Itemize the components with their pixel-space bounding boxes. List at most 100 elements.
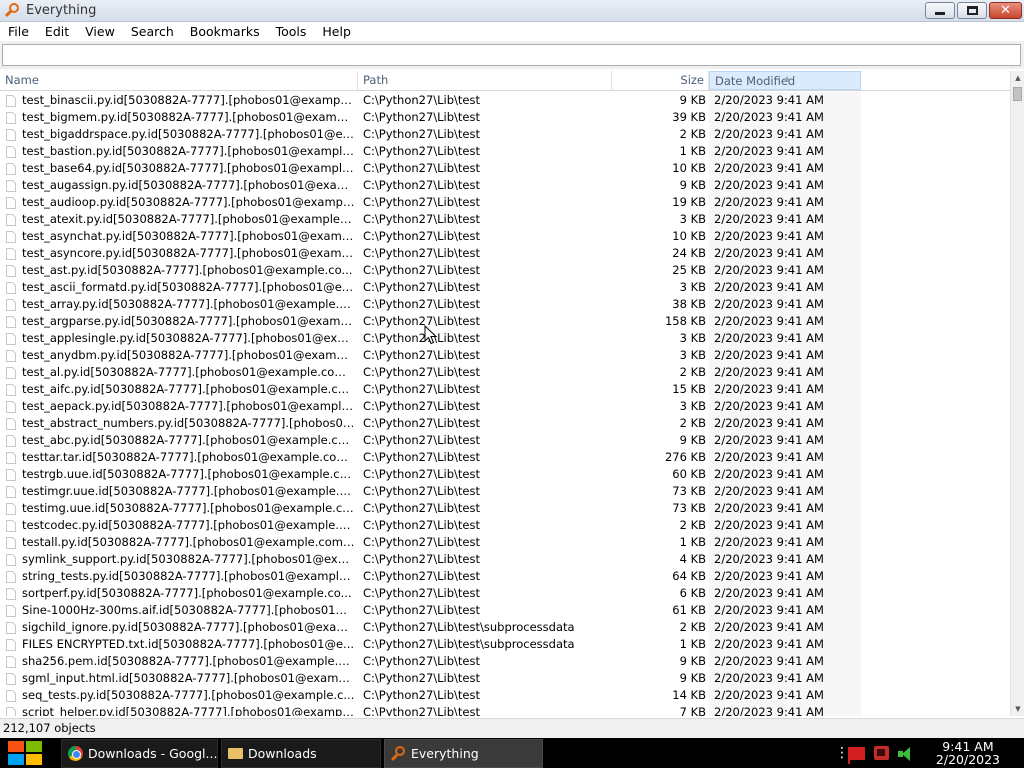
file-row[interactable]: test_aepack.py.id[5030882A-7777].[phobos… (0, 398, 1010, 415)
file-row[interactable]: test_bigaddrspace.py.id[5030882A-7777].[… (0, 126, 1010, 143)
task-label: Downloads - Googl... (88, 746, 218, 761)
file-path: C:\Python27\Lib\test (363, 144, 481, 158)
file-row[interactable]: test_augassign.py.id[5030882A-7777].[pho… (0, 177, 1010, 194)
search-input[interactable] (2, 44, 1021, 66)
menu-file[interactable]: File (0, 22, 37, 41)
menu-tools[interactable]: Tools (268, 22, 315, 41)
file-row[interactable]: testall.py.id[5030882A-7777].[phobos01@e… (0, 534, 1010, 551)
show-hidden-icons-icon[interactable]: ⋮ (835, 746, 849, 760)
volume-icon[interactable] (898, 746, 912, 761)
file-row[interactable]: test_array.py.id[5030882A-7777].[phobos0… (0, 296, 1010, 313)
file-row[interactable]: test_ascii_formatd.py.id[5030882A-7777].… (0, 279, 1010, 296)
column-path-header[interactable]: Path (358, 71, 612, 90)
column-name-header[interactable]: Name (0, 71, 358, 90)
minimize-button[interactable] (925, 2, 955, 19)
menu-help[interactable]: Help (314, 22, 359, 41)
file-size: 10 KB (672, 161, 706, 175)
file-size: 61 KB (672, 603, 706, 617)
file-date: 2/20/2023 9:41 AM (714, 603, 824, 617)
taskbar-explorer-downloads[interactable]: Downloads (221, 739, 381, 768)
file-row[interactable]: test_argparse.py.id[5030882A-7777].[phob… (0, 313, 1010, 330)
file-row[interactable]: test_binascii.py.id[5030882A-7777].[phob… (0, 92, 1010, 109)
file-name: test_aifc.py.id[5030882A-7777].[phobos01… (22, 382, 355, 396)
menu-bookmarks[interactable]: Bookmarks (182, 22, 268, 41)
scroll-thumb[interactable] (1013, 87, 1022, 101)
file-row[interactable]: string_tests.py.id[5030882A-7777].[phobo… (0, 568, 1010, 585)
column-header: Name Path Size Date Modified ▲ (0, 71, 1012, 91)
file-name: sgml_input.html.id[5030882A-7777].[phobo… (22, 671, 355, 685)
maximize-button[interactable] (957, 2, 987, 19)
file-row[interactable]: sigchild_ignore.py.id[5030882A-7777].[ph… (0, 619, 1010, 636)
file-row[interactable]: seq_tests.py.id[5030882A-7777].[phobos01… (0, 687, 1010, 704)
file-row[interactable]: test_aifc.py.id[5030882A-7777].[phobos01… (0, 381, 1010, 398)
close-button[interactable]: ✕ (989, 2, 1022, 19)
file-row[interactable]: test_bastion.py.id[5030882A-7777].[phobo… (0, 143, 1010, 160)
scroll-down-icon[interactable]: ▼ (1011, 702, 1024, 716)
file-date: 2/20/2023 9:41 AM (714, 620, 824, 634)
column-date-header[interactable]: Date Modified ▲ (709, 71, 861, 90)
file-row[interactable]: test_applesingle.py.id[5030882A-7777].[p… (0, 330, 1010, 347)
task-label: Downloads (248, 746, 317, 761)
window-title: Everything (26, 3, 97, 18)
file-row[interactable]: symlink_support.py.id[5030882A-7777].[ph… (0, 551, 1010, 568)
security-alert-icon[interactable] (874, 746, 889, 760)
file-size: 73 KB (672, 501, 706, 515)
file-row[interactable]: test_abstract_numbers.py.id[5030882A-777… (0, 415, 1010, 432)
file-size: 73 KB (672, 484, 706, 498)
file-row[interactable]: test_ast.py.id[5030882A-7777].[phobos01@… (0, 262, 1010, 279)
vertical-scrollbar[interactable]: ▲ ▼ (1010, 71, 1024, 716)
scroll-up-icon[interactable]: ▲ (1011, 71, 1024, 85)
file-row[interactable]: test_base64.py.id[5030882A-7777].[phobos… (0, 160, 1010, 177)
file-row[interactable]: testcodec.py.id[5030882A-7777].[phobos01… (0, 517, 1010, 534)
file-row[interactable]: test_audioop.py.id[5030882A-7777].[phobo… (0, 194, 1010, 211)
file-name: sortperf.py.id[5030882A-7777].[phobos01@… (22, 586, 352, 600)
file-path: C:\Python27\Lib\test (363, 348, 481, 362)
file-name: string_tests.py.id[5030882A-7777].[phobo… (22, 569, 355, 583)
file-row[interactable]: sortperf.py.id[5030882A-7777].[phobos01@… (0, 585, 1010, 602)
menu-search[interactable]: Search (123, 22, 182, 41)
file-size: 64 KB (672, 569, 706, 583)
file-row[interactable]: test_asynchat.py.id[5030882A-7777].[phob… (0, 228, 1010, 245)
file-row[interactable]: test_asyncore.py.id[5030882A-7777].[phob… (0, 245, 1010, 262)
file-row[interactable]: testimg.uue.id[5030882A-7777].[phobos01@… (0, 500, 1010, 517)
file-row[interactable]: testtar.tar.id[5030882A-7777].[phobos01@… (0, 449, 1010, 466)
file-row[interactable]: testrgb.uue.id[5030882A-7777].[phobos01@… (0, 466, 1010, 483)
file-date: 2/20/2023 9:41 AM (714, 212, 824, 226)
menu-view[interactable]: View (77, 22, 123, 41)
file-date: 2/20/2023 9:41 AM (714, 688, 824, 702)
file-row[interactable]: test_abc.py.id[5030882A-7777].[phobos01@… (0, 432, 1010, 449)
menu-edit[interactable]: Edit (37, 22, 77, 41)
file-size: 3 KB (679, 331, 706, 345)
file-date: 2/20/2023 9:41 AM (714, 433, 824, 447)
file-row[interactable]: test_bigmem.py.id[5030882A-7777].[phobos… (0, 109, 1010, 126)
action-center-flag-icon[interactable] (848, 746, 865, 764)
file-row[interactable]: Sine-1000Hz-300ms.aif.id[5030882A-7777].… (0, 602, 1010, 619)
file-path: C:\Python27\Lib\test (363, 586, 481, 600)
file-path: C:\Python27\Lib\test (363, 365, 481, 379)
start-button[interactable] (8, 741, 44, 766)
taskbar-everything[interactable]: Everything (384, 739, 543, 768)
file-icon (6, 112, 16, 124)
file-row[interactable]: script_helper.py.id[5030882A-7777].[phob… (0, 704, 1010, 716)
file-name: testrgb.uue.id[5030882A-7777].[phobos01@… (22, 467, 355, 481)
file-row[interactable]: sgml_input.html.id[5030882A-7777].[phobo… (0, 670, 1010, 687)
column-size-header[interactable]: Size (612, 71, 709, 90)
file-row[interactable]: sha256.pem.id[5030882A-7777].[phobos01@e… (0, 653, 1010, 670)
file-name: test_asyncore.py.id[5030882A-7777].[phob… (22, 246, 355, 260)
file-size: 1 KB (679, 637, 706, 651)
file-row[interactable]: test_al.py.id[5030882A-7777].[phobos01@e… (0, 364, 1010, 381)
file-row[interactable]: test_atexit.py.id[5030882A-7777].[phobos… (0, 211, 1010, 228)
file-path: C:\Python27\Lib\test (363, 93, 481, 107)
file-path: C:\Python27\Lib\test (363, 484, 481, 498)
file-date: 2/20/2023 9:41 AM (714, 144, 824, 158)
file-row[interactable]: FILES ENCRYPTED.txt.id[5030882A-7777].[p… (0, 636, 1010, 653)
file-path: C:\Python27\Lib\test (363, 416, 481, 430)
file-name: sigchild_ignore.py.id[5030882A-7777].[ph… (22, 620, 355, 634)
file-icon (6, 503, 16, 515)
taskbar-chrome-downloads[interactable]: Downloads - Googl... (61, 739, 218, 768)
file-row[interactable]: testimgr.uue.id[5030882A-7777].[phobos01… (0, 483, 1010, 500)
clock[interactable]: 9:41 AM 2/20/2023 (936, 740, 1000, 766)
menu-bar: File Edit View Search Bookmarks Tools He… (0, 22, 1024, 41)
file-icon (6, 486, 16, 498)
file-row[interactable]: test_anydbm.py.id[5030882A-7777].[phobos… (0, 347, 1010, 364)
